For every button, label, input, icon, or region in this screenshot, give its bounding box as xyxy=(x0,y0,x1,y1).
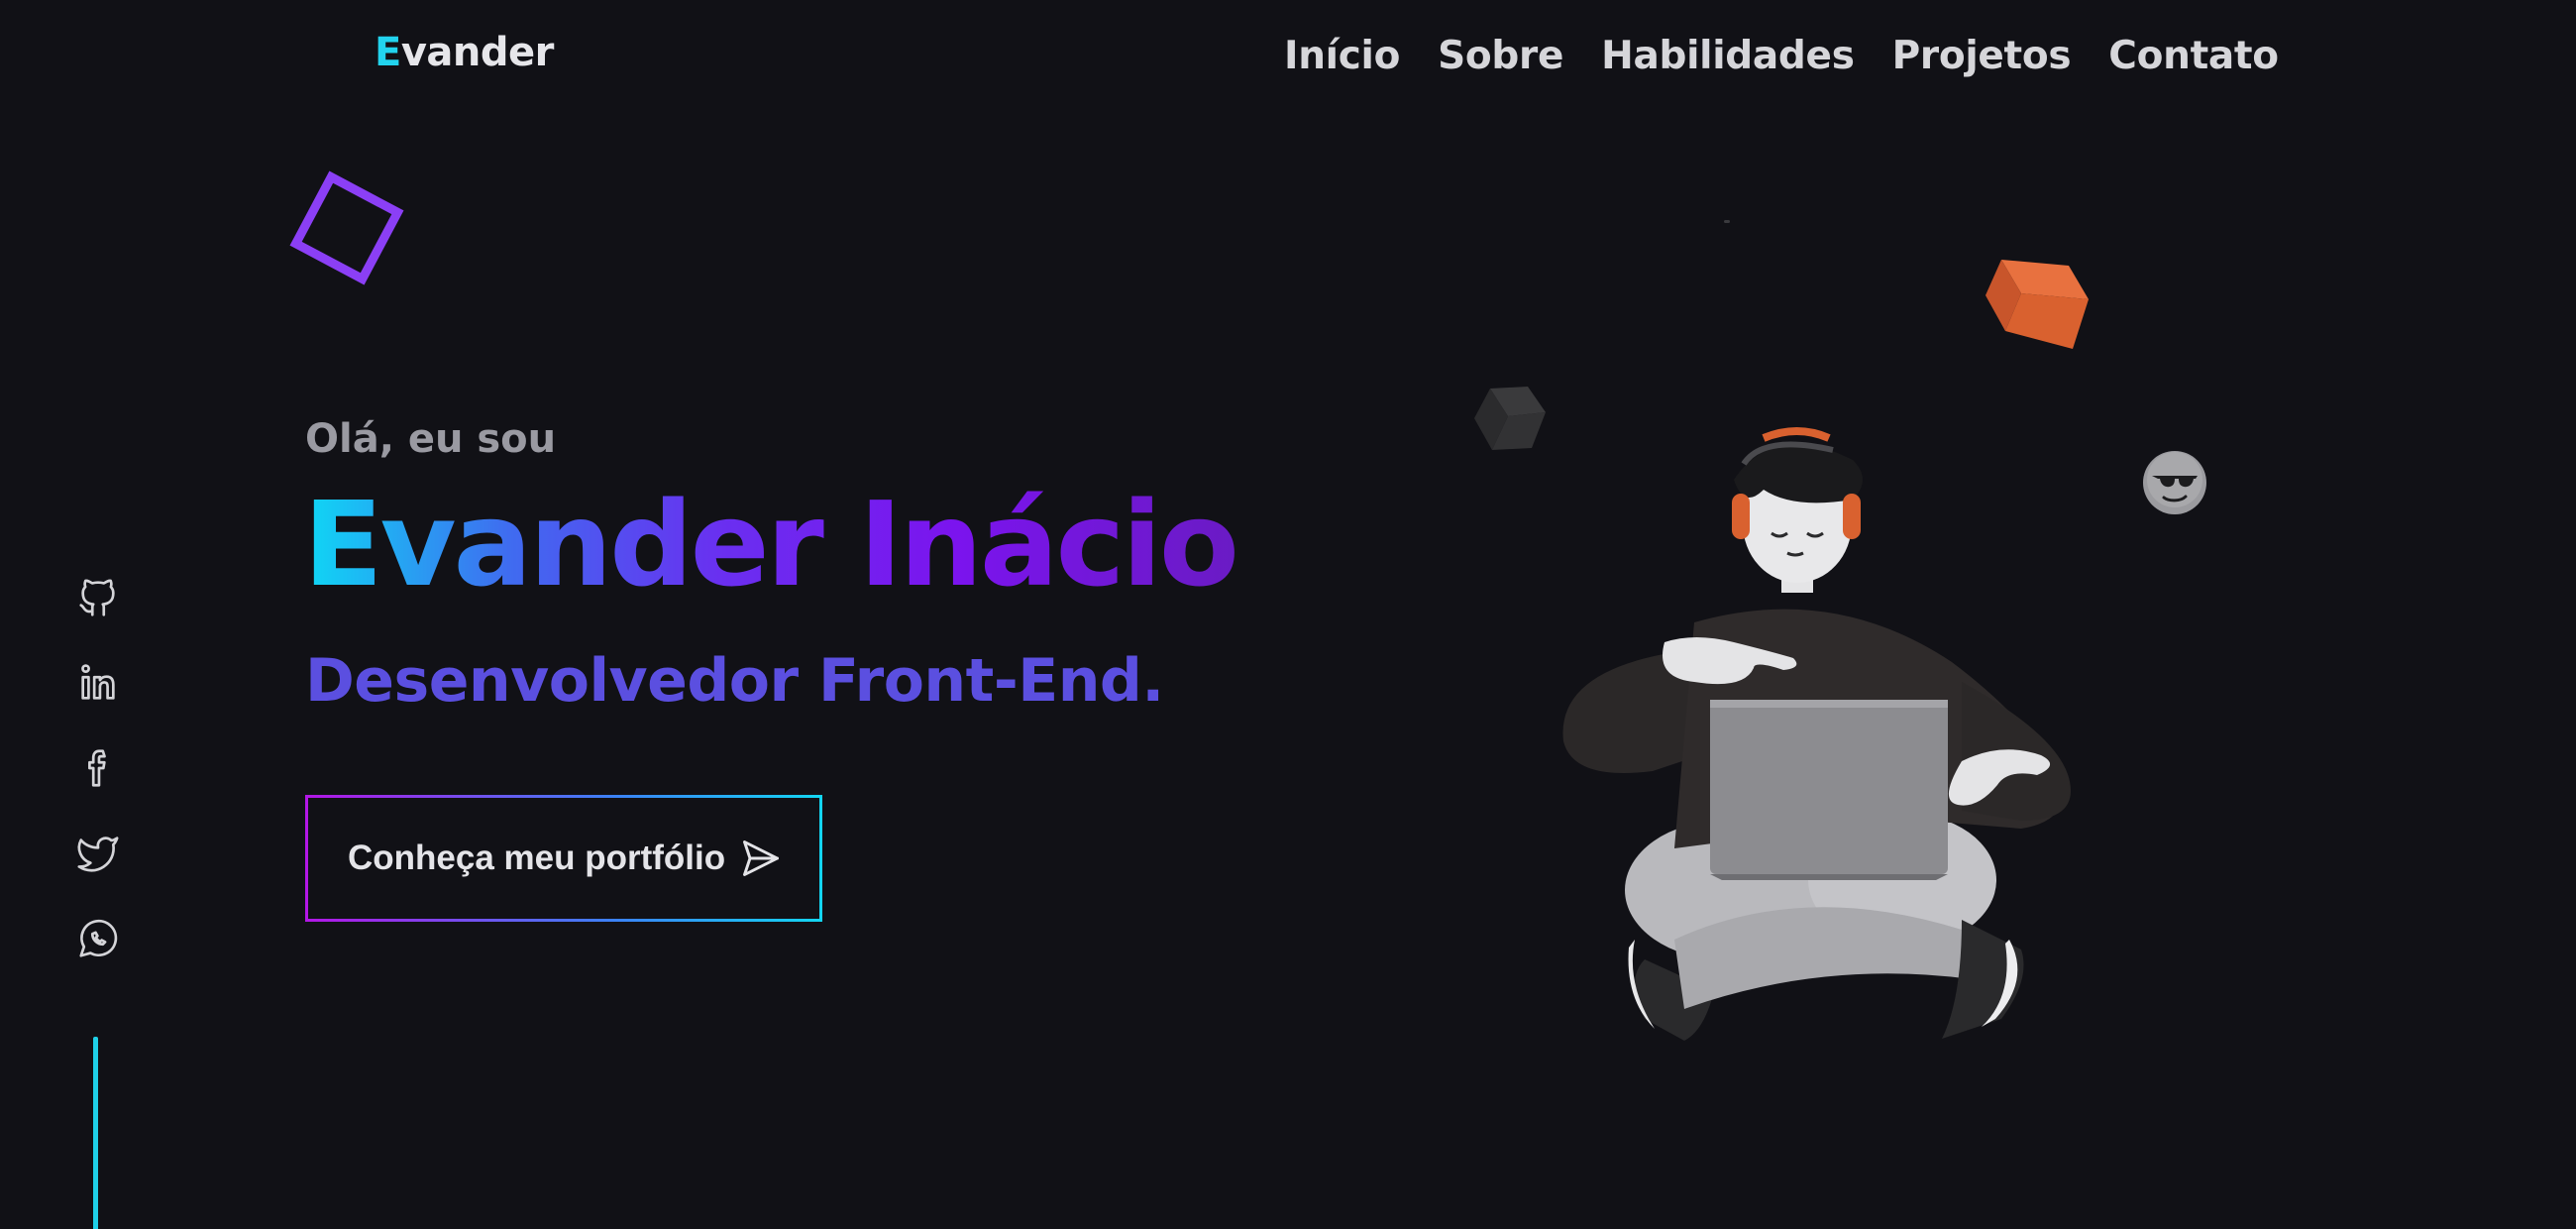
sunglasses-emoji-icon xyxy=(2143,451,2206,514)
nav-link-inicio[interactable]: Início xyxy=(1284,34,1400,78)
send-icon xyxy=(743,840,780,876)
logo-text: vander xyxy=(400,30,555,75)
orange-cube-shape xyxy=(1986,260,2089,349)
social-links xyxy=(75,575,121,961)
nav-link-habilidades[interactable]: Habilidades xyxy=(1601,34,1855,78)
cta-label: Conheça meu portfólio xyxy=(348,838,726,877)
outlined-square-shape xyxy=(289,170,404,285)
hero-role: Desenvolvedor Front-End. xyxy=(305,646,1164,716)
twitter-icon[interactable] xyxy=(75,831,121,876)
portfolio-cta-button[interactable]: Conheça meu portfólio xyxy=(305,795,822,922)
whatsapp-icon[interactable] xyxy=(75,916,121,961)
github-icon[interactable] xyxy=(75,575,121,620)
developer-character-illustration xyxy=(1562,427,2071,1041)
nav-link-projetos[interactable]: Projetos xyxy=(1892,34,2072,78)
hero-greeting: Olá, eu sou xyxy=(305,416,557,462)
facebook-icon[interactable] xyxy=(75,745,121,791)
portfolio-page: Evander Início Sobre Habilidades Projeto… xyxy=(0,0,2576,1229)
sidebar-divider-line xyxy=(93,1037,98,1229)
nav-link-sobre[interactable]: Sobre xyxy=(1438,34,1563,78)
logo[interactable]: Evander xyxy=(375,30,554,75)
nav-link-contato[interactable]: Contato xyxy=(2108,34,2279,78)
linkedin-icon[interactable] xyxy=(75,660,121,706)
main-nav: Início Sobre Habilidades Projetos Contat… xyxy=(1284,34,2279,78)
logo-initial: E xyxy=(375,30,401,75)
small-dot-shape xyxy=(1724,220,1730,223)
hero-name: Evander Inácio xyxy=(303,476,1239,613)
